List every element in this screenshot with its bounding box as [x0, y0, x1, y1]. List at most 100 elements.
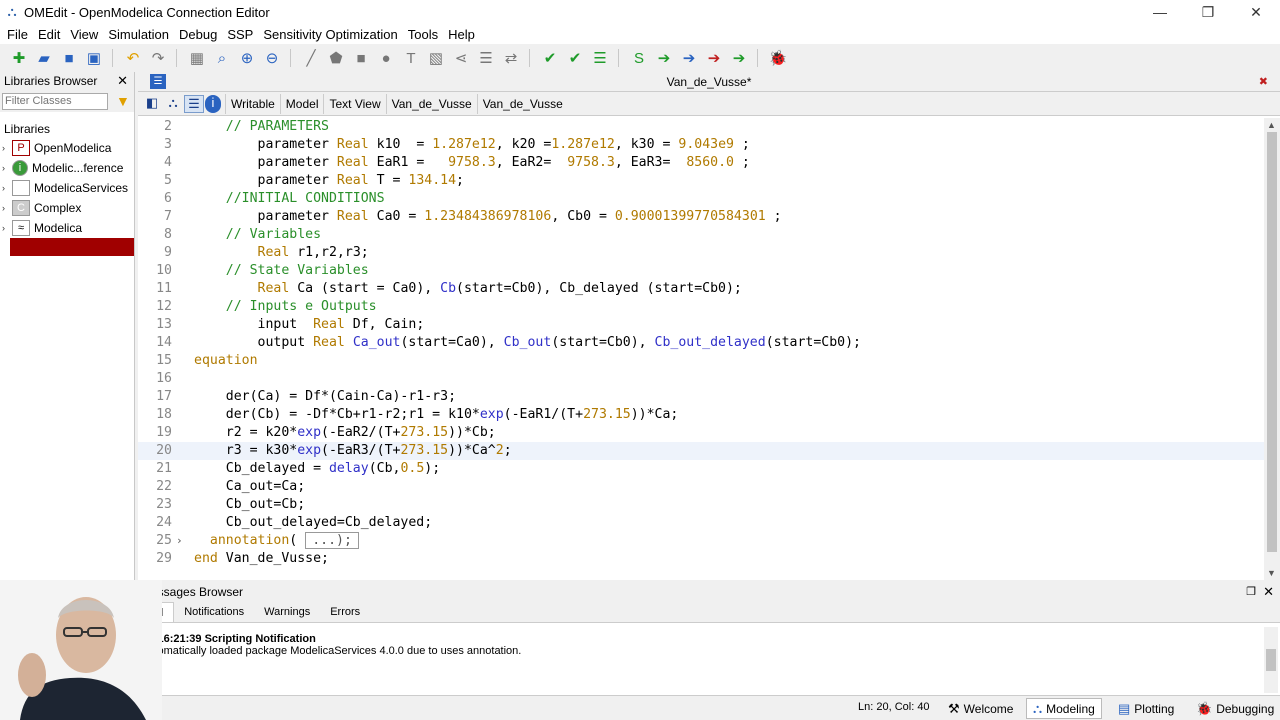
code-line[interactable]: 11 Real Ca (start = Ca0), Cb(start=Cb0),…: [138, 280, 1264, 298]
scroll-down-icon[interactable]: ▼: [1267, 568, 1276, 578]
perspective-debugging[interactable]: 🐞 Debugging: [1190, 698, 1280, 719]
perspective-modeling[interactable]: ⛬ Modeling: [1026, 698, 1102, 719]
menu-debug[interactable]: Debug: [174, 27, 222, 42]
zoom-out-icon[interactable]: ⊖: [261, 47, 283, 69]
code-line[interactable]: 23 Cb_out=Cb;: [138, 496, 1264, 514]
transition-mode-icon[interactable]: ☰: [475, 47, 497, 69]
menu-ssp[interactable]: SSP: [222, 27, 258, 42]
close-document-icon[interactable]: ✖: [1259, 75, 1268, 88]
code-line[interactable]: 18 der(Cb) = -Df*Cb+r1-r2;r1 = k10*exp(-…: [138, 406, 1264, 424]
menu-edit[interactable]: Edit: [33, 27, 65, 42]
code-line[interactable]: 25 › annotation( ...);: [138, 532, 1264, 550]
library-item-van-de-vusse[interactable]: Van_de_Vusse: [10, 238, 134, 256]
library-item-modelica-reference[interactable]: › i Modelic...ference: [0, 158, 134, 178]
expand-arrow-icon[interactable]: ›: [2, 183, 12, 193]
icon-view-icon[interactable]: ⛬: [163, 95, 183, 113]
code-line[interactable]: 5 parameter Real T = 134.14;: [138, 172, 1264, 190]
simulate-with-transformational-debugger-icon[interactable]: ➔: [678, 47, 700, 69]
code-line[interactable]: 2 // PARAMETERS: [138, 118, 1264, 136]
library-item-openmodelica[interactable]: › P OpenModelica: [0, 138, 134, 158]
menu-sensitivity-optimization[interactable]: Sensitivity Optimization: [258, 27, 402, 42]
code-line[interactable]: 15 equation: [138, 352, 1264, 370]
code-line[interactable]: 29 end Van_de_Vusse;: [138, 550, 1264, 568]
expand-arrow-icon[interactable]: ›: [2, 223, 12, 233]
code-line[interactable]: 10 // State Variables: [138, 262, 1264, 280]
simulate-with-animation-icon[interactable]: ➔: [728, 47, 750, 69]
editor-vertical-scrollbar[interactable]: ▲ ▼: [1264, 118, 1280, 580]
fold-arrow-icon[interactable]: ›: [176, 532, 194, 550]
zoom-in-icon[interactable]: ⊕: [236, 47, 258, 69]
debug-bug-icon[interactable]: 🐞: [767, 47, 789, 69]
open-folder-icon[interactable]: ▰: [33, 47, 55, 69]
ellipse-tool-icon[interactable]: ●: [375, 47, 397, 69]
library-item-modelica[interactable]: › ≈ Modelica: [0, 218, 134, 238]
perspective-welcome[interactable]: ⚒ Welcome: [942, 698, 1019, 719]
simulate-with-algorithmic-debugger-icon[interactable]: ➔: [703, 47, 725, 69]
code-line[interactable]: 12 // Inputs e Outputs: [138, 298, 1264, 316]
library-item-modelicaservices[interactable]: › ModelicaServices: [0, 178, 134, 198]
code-line[interactable]: 3 parameter Real k10 = 1.287e12, k20 =1.…: [138, 136, 1264, 154]
undo-icon[interactable]: ↶: [122, 47, 144, 69]
grid-icon[interactable]: ▦: [186, 47, 208, 69]
menu-view[interactable]: View: [65, 27, 103, 42]
expand-arrow-icon[interactable]: ›: [2, 203, 12, 213]
expand-arrow-icon[interactable]: ›: [2, 143, 12, 153]
close-button[interactable]: ✕: [1232, 0, 1280, 24]
library-item-complex[interactable]: › C Complex: [0, 198, 134, 218]
code-line[interactable]: 17 der(Ca) = Df*(Cain-Ca)-r1-r3;: [138, 388, 1264, 406]
expand-arrow-icon[interactable]: ›: [2, 163, 12, 173]
redo-icon[interactable]: ↷: [147, 47, 169, 69]
code-line[interactable]: 21 Cb_delayed = delay(Cb,0.5);: [138, 460, 1264, 478]
simulate-icon[interactable]: ➔: [653, 47, 675, 69]
save-icon[interactable]: ■: [58, 47, 80, 69]
scrollbar-thumb[interactable]: [1266, 649, 1276, 671]
code-line[interactable]: 7 parameter Real Ca0 = 1.23484386978106,…: [138, 208, 1264, 226]
tab-notifications[interactable]: Notifications: [174, 602, 254, 622]
tab-errors[interactable]: Errors: [320, 602, 370, 622]
undock-panel-icon[interactable]: ❐: [1246, 583, 1256, 601]
menu-tools[interactable]: Tools: [403, 27, 443, 42]
code-editor[interactable]: 2 // PARAMETERS 3 parameter Real k10 = 1.…: [138, 118, 1264, 580]
code-line[interactable]: 8 // Variables: [138, 226, 1264, 244]
text-view-icon[interactable]: ☰: [184, 94, 204, 113]
close-panel-icon[interactable]: ✕: [1263, 583, 1274, 601]
code-line[interactable]: 9 Real r1,r2,r3;: [138, 244, 1264, 262]
code-line[interactable]: 22 Ca_out=Ca;: [138, 478, 1264, 496]
documentation-icon[interactable]: i: [205, 94, 221, 113]
line-tool-icon[interactable]: ╱: [300, 47, 322, 69]
filter-classes-input[interactable]: [2, 92, 108, 110]
reset-zoom-icon[interactable]: ⌕: [211, 47, 233, 69]
perspective-plotting[interactable]: ▤ Plotting: [1112, 698, 1180, 719]
messages-scrollbar[interactable]: [1264, 627, 1278, 693]
export-icon[interactable]: ⇄: [500, 47, 522, 69]
text-tool-icon[interactable]: T: [400, 47, 422, 69]
maximize-button[interactable]: ❐: [1184, 0, 1232, 24]
menu-simulation[interactable]: Simulation: [103, 27, 174, 42]
code-line[interactable]: 24 Cb_out_delayed=Cb_delayed;: [138, 514, 1264, 532]
code-line[interactable]: 19 r2 = k20*exp(-EaR2/(T+273.15))*Cb;: [138, 424, 1264, 442]
new-file-icon[interactable]: ✚: [8, 47, 30, 69]
save-all-icon[interactable]: ▣: [83, 47, 105, 69]
rectangle-tool-icon[interactable]: ■: [350, 47, 372, 69]
code-line[interactable]: 13 input Real Df, Cain;: [138, 316, 1264, 334]
check-all-models-icon[interactable]: ✔: [564, 47, 586, 69]
polygon-tool-icon[interactable]: ⬟: [325, 47, 347, 69]
bitmap-tool-icon[interactable]: ▧: [425, 47, 447, 69]
tab-warnings[interactable]: Warnings: [254, 602, 320, 622]
menu-help[interactable]: Help: [443, 27, 480, 42]
close-panel-icon[interactable]: ✕: [117, 73, 128, 89]
connect-mode-icon[interactable]: ⋖: [450, 47, 472, 69]
code-line[interactable]: 20 r3 = k30*exp(-EaR3/(T+273.15))*Ca^2;: [138, 442, 1264, 460]
code-line[interactable]: 16: [138, 370, 1264, 388]
minimize-button[interactable]: —: [1136, 0, 1184, 24]
simulation-setup-icon[interactable]: S: [628, 47, 650, 69]
diagram-view-icon[interactable]: ◧: [142, 95, 162, 113]
scroll-up-icon[interactable]: ▲: [1267, 120, 1276, 130]
menu-file[interactable]: File: [2, 27, 33, 42]
filter-arrow-icon[interactable]: ▼: [116, 93, 130, 109]
instantiate-model-icon[interactable]: ☰: [589, 47, 611, 69]
scrollbar-thumb[interactable]: [1267, 132, 1277, 552]
code-line[interactable]: 4 parameter Real EaR1 = 9758.3, EaR2= 97…: [138, 154, 1264, 172]
code-line[interactable]: 14 output Real Ca_out(start=Ca0), Cb_out…: [138, 334, 1264, 352]
code-line[interactable]: 6 //INITIAL CONDITIONS: [138, 190, 1264, 208]
